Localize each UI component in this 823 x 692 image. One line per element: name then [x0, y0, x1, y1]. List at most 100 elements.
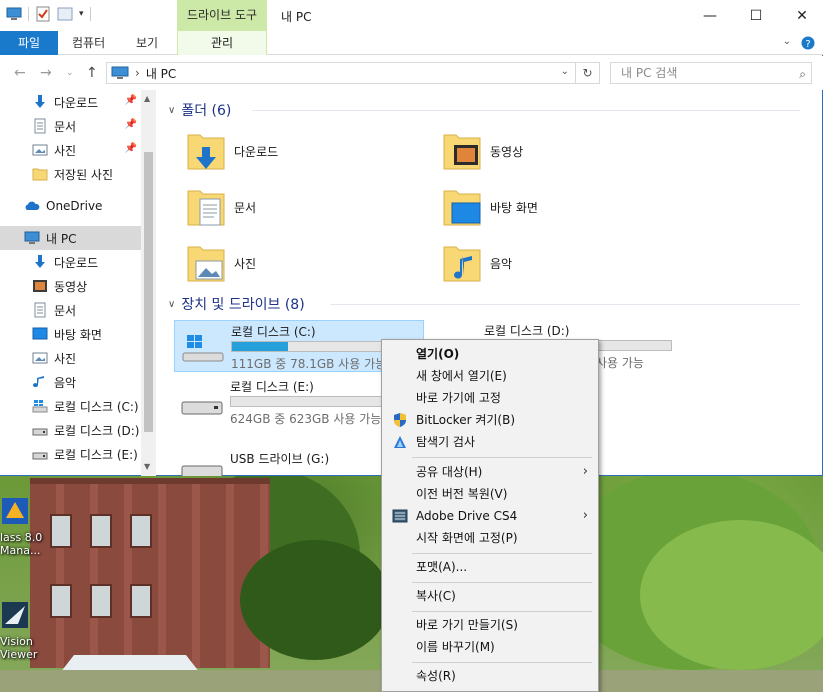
- menu-item-pin-quick-access[interactable]: 바로 가기에 고정: [384, 387, 596, 409]
- menu-item-pin-start[interactable]: 시작 화면에 고정(P): [384, 527, 596, 549]
- menu-item-scan[interactable]: 탐색기 검사: [384, 431, 596, 453]
- desktop-icon-vision-viewer[interactable]: Vision Viewer: [0, 600, 44, 661]
- drive-icon: [181, 401, 223, 415]
- breadcrumb-current[interactable]: 내 PC: [146, 65, 176, 82]
- computer-icon: [111, 66, 129, 79]
- nav-item-documents[interactable]: 문서: [0, 298, 141, 322]
- tab-manage[interactable]: 관리: [177, 31, 267, 55]
- nav-item-label: 문서: [54, 303, 77, 318]
- menu-item-label: 포맷(A)...: [416, 560, 468, 574]
- menu-item-label: 공유 대상(H): [416, 465, 483, 479]
- nav-item-label: 사진: [54, 351, 77, 366]
- collapse-chevron-icon[interactable]: ∨: [168, 299, 175, 310]
- properties-icon[interactable]: [35, 6, 51, 22]
- search-icon: ⌕: [799, 67, 806, 81]
- nav-item-label: 내 PC: [46, 231, 77, 246]
- folder-downloads[interactable]: 다운로드: [184, 127, 424, 175]
- nav-item-pictures[interactable]: 사진: [0, 346, 141, 370]
- tab-computer[interactable]: 컴퓨터: [72, 31, 105, 55]
- nav-item-desktop[interactable]: 바탕 화면: [0, 322, 141, 346]
- scroll-up-icon[interactable]: ▲: [144, 94, 150, 103]
- search-input[interactable]: 내 PC 검색 ⌕: [610, 62, 812, 84]
- nav-item-saved-pictures[interactable]: 저장된 사진: [0, 162, 141, 186]
- desktop-folder-icon: [443, 190, 481, 226]
- drives-group-header[interactable]: ∨ 장치 및 드라이브 (8): [168, 294, 305, 314]
- expand-ribbon-icon[interactable]: ⌄: [783, 36, 791, 50]
- qat-dropdown-icon[interactable]: ▾: [79, 9, 84, 19]
- address-bar[interactable]: › 내 PC ⌄: [106, 62, 576, 84]
- folder-pictures[interactable]: 사진: [184, 239, 424, 287]
- nav-item-label: 다운로드: [54, 95, 99, 110]
- folders-group-header[interactable]: ∨ 폴더 (6): [168, 100, 231, 120]
- folder-label: 사진: [234, 256, 257, 271]
- menu-item-label: Adobe Drive CS4: [416, 509, 518, 523]
- nav-item-videos[interactable]: 동영상: [0, 274, 141, 298]
- address-dropdown-icon[interactable]: ⌄: [561, 66, 569, 77]
- drive-icon: [32, 452, 48, 460]
- nav-item-label: 로컬 디스크 (D:): [54, 423, 140, 438]
- desktop-icon-class[interactable]: lass 8.0 Mana...: [0, 496, 44, 557]
- folder-documents[interactable]: 문서: [184, 183, 424, 231]
- forward-arrow-icon[interactable]: →: [40, 65, 52, 81]
- scan-icon: [394, 436, 406, 448]
- menu-item-open[interactable]: 열기(O): [384, 343, 596, 365]
- menu-item-adobe-drive[interactable]: Adobe Drive CS4 ›: [384, 505, 596, 527]
- nav-item-this-pc[interactable]: 내 PC: [0, 226, 141, 250]
- refresh-icon: ↻: [582, 66, 593, 80]
- search-placeholder: 내 PC 검색: [621, 66, 678, 80]
- menu-item-label: 이름 바꾸기(M): [416, 640, 495, 654]
- nav-item-drive-c[interactable]: 로컬 디스크 (C:): [0, 394, 141, 418]
- maximize-button[interactable]: ☐: [733, 0, 779, 31]
- menu-separator: [412, 611, 592, 612]
- folder-icon: [32, 168, 48, 181]
- computer-icon[interactable]: [6, 6, 22, 22]
- nav-item-downloads-pinned[interactable]: 다운로드 📌: [0, 90, 141, 114]
- menu-item-open-new-window[interactable]: 새 창에서 열기(E): [384, 365, 596, 387]
- scroll-thumb[interactable]: [144, 152, 153, 432]
- nav-scrollbar[interactable]: ▲ ▼: [141, 90, 156, 476]
- menu-item-copy[interactable]: 복사(C): [384, 585, 596, 607]
- app-icon: [2, 602, 28, 628]
- window-title: 내 PC: [281, 10, 312, 24]
- menu-item-rename[interactable]: 이름 바꾸기(M): [384, 636, 596, 658]
- windows-drive-icon: [182, 335, 224, 362]
- menu-item-properties[interactable]: 속성(R): [384, 665, 596, 687]
- close-button[interactable]: ✕: [779, 0, 823, 31]
- help-icon[interactable]: ?: [801, 36, 815, 50]
- collapse-chevron-icon[interactable]: ∨: [168, 105, 175, 116]
- menu-separator: [412, 662, 592, 663]
- nav-item-drive-d[interactable]: 로컬 디스크 (D:): [0, 418, 141, 442]
- video-folder-icon: [443, 134, 481, 170]
- menu-item-restore-versions[interactable]: 이전 버전 복원(V): [384, 483, 596, 505]
- menu-item-label: 속성(R): [416, 669, 456, 683]
- drive-name: USB 드라이브 (G:): [230, 452, 330, 466]
- refresh-button[interactable]: ↻: [576, 62, 600, 84]
- menu-item-share-with[interactable]: 공유 대상(H) ›: [384, 461, 596, 483]
- menu-item-bitlocker[interactable]: BitLocker 켜기(B): [384, 409, 596, 431]
- download-folder-icon: [187, 134, 225, 170]
- tab-file[interactable]: 파일: [0, 31, 58, 55]
- folder-desktop[interactable]: 바탕 화면: [440, 183, 680, 231]
- nav-item-downloads[interactable]: 다운로드: [0, 250, 141, 274]
- up-arrow-icon[interactable]: ↑: [86, 65, 98, 81]
- menu-item-format[interactable]: 포맷(A)...: [384, 556, 596, 578]
- nav-item-pictures-pinned[interactable]: 사진 📌: [0, 138, 141, 162]
- menu-item-create-shortcut[interactable]: 바로 가기 만들기(S): [384, 614, 596, 636]
- music-folder-icon: [443, 246, 481, 282]
- nav-item-music[interactable]: 음악: [0, 370, 141, 394]
- recent-chevron-icon[interactable]: ⌄: [66, 68, 74, 78]
- folder-videos[interactable]: 동영상: [440, 127, 680, 175]
- drive-name: 로컬 디스크 (E:): [230, 380, 314, 394]
- download-arrow-icon: [35, 95, 45, 108]
- nav-item-onedrive[interactable]: OneDrive: [0, 194, 141, 218]
- new-folder-icon[interactable]: [57, 6, 73, 22]
- tab-view[interactable]: 보기: [136, 31, 158, 55]
- scroll-down-icon[interactable]: ▼: [144, 462, 150, 471]
- shield-icon: [394, 413, 406, 427]
- back-arrow-icon[interactable]: ←: [14, 65, 26, 81]
- nav-item-documents-pinned[interactable]: 문서 📌: [0, 114, 141, 138]
- menu-item-label: BitLocker 켜기(B): [416, 413, 516, 427]
- nav-item-drive-e[interactable]: 로컬 디스크 (E:): [0, 442, 141, 466]
- folder-music[interactable]: 음악: [440, 239, 680, 287]
- minimize-button[interactable]: —: [687, 0, 733, 31]
